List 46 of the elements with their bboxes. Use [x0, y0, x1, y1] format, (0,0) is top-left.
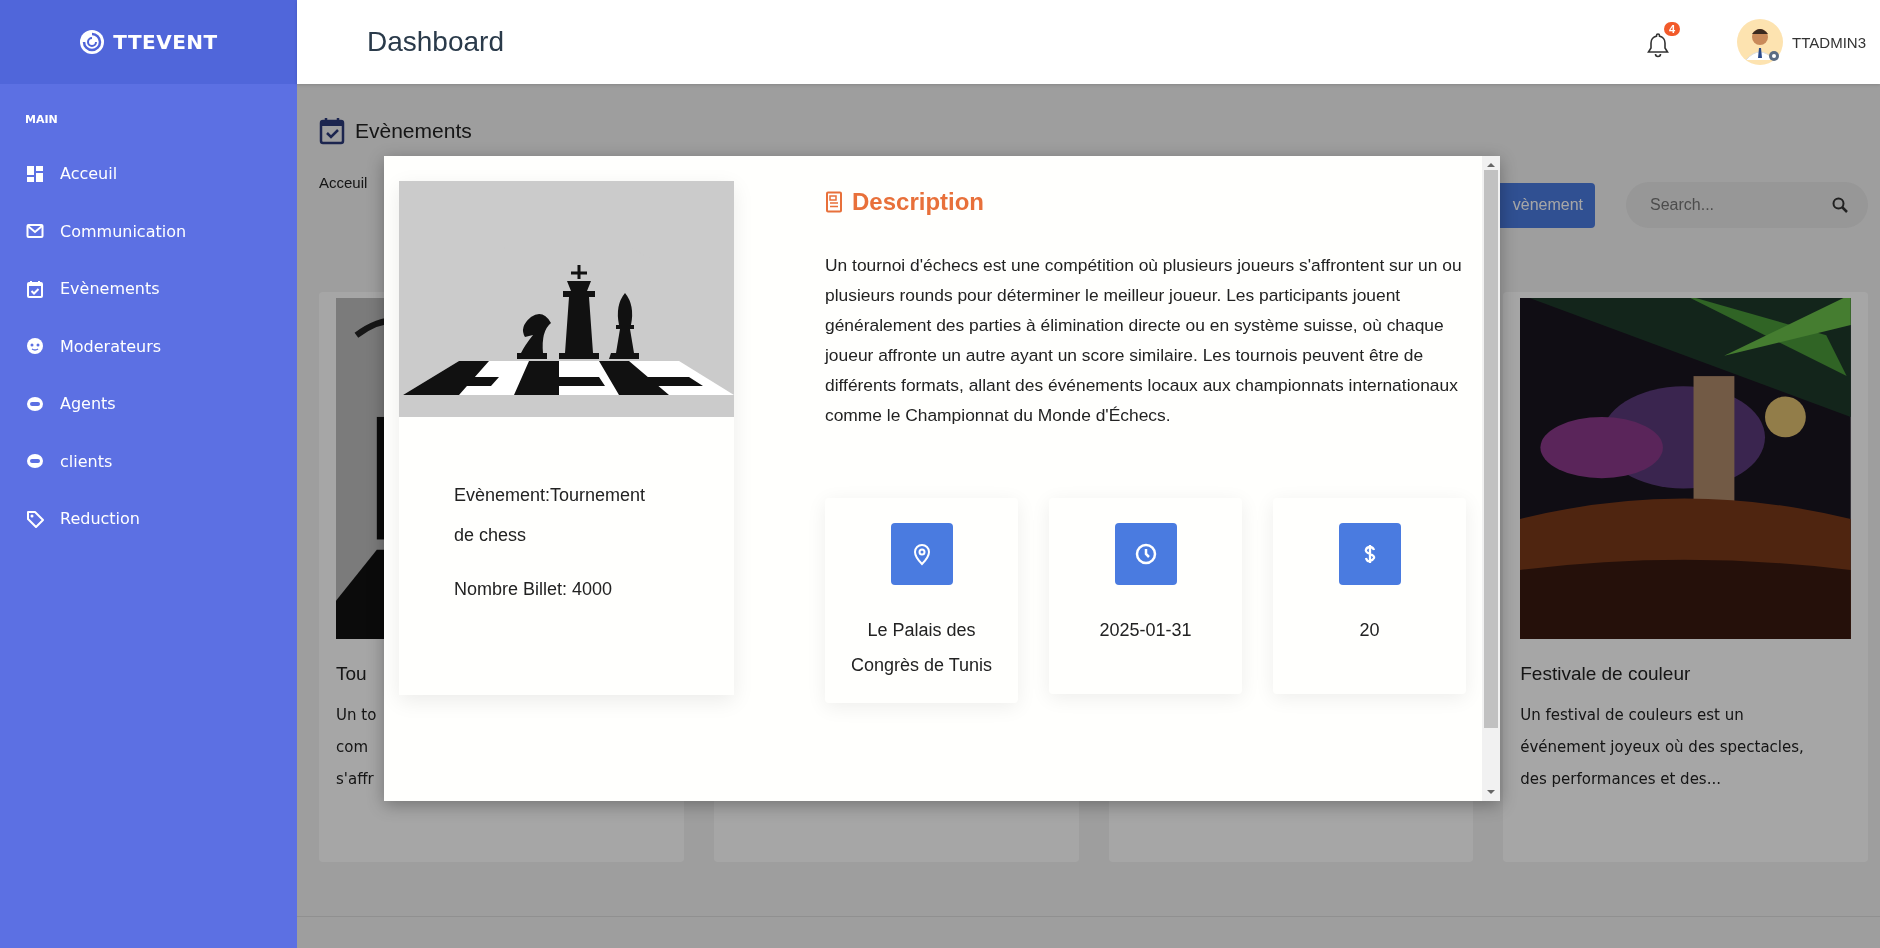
page-title: Dashboard — [367, 26, 504, 58]
envelope-icon — [26, 222, 44, 241]
notification-badge: 4 — [1664, 22, 1681, 36]
card-title: Tou — [336, 663, 368, 685]
breadcrumb-link[interactable]: Acceuil — [319, 173, 368, 191]
description-heading: Description — [852, 188, 985, 216]
card-description: Un festival de couleurs est un événement joyeux où des spectacles, des performances et des... — [1520, 705, 1805, 790]
calendar-check-icon — [26, 279, 44, 298]
card-description: com — [336, 737, 370, 758]
sidebar-item[interactable]: Communication — [0, 202, 197, 260]
face-icon — [26, 337, 44, 356]
section-title: Evènements — [355, 119, 472, 143]
section-label: MAIN — [24, 112, 59, 128]
user-avatar-icon — [1736, 18, 1785, 66]
sidebar-item[interactable]: Agents — [0, 375, 126, 433]
document-icon — [825, 191, 843, 213]
user-name[interactable]: TTADMIN3 — [1792, 33, 1866, 51]
dashboard-icon — [26, 164, 44, 183]
ticket-count: Nombre Billet: 4000 — [454, 578, 614, 601]
sidebar-item[interactable]: Moderateurs — [0, 317, 172, 375]
card-description: Un to — [336, 705, 378, 726]
search-field[interactable]: Search... — [1626, 182, 1868, 228]
scrollbar-thumb[interactable] — [1484, 169, 1498, 728]
notification-bell-icon — [1646, 32, 1671, 58]
sidebar-item[interactable]: Acceuil — [0, 145, 128, 203]
notifications-button[interactable]: 4 — [1642, 18, 1685, 66]
mask-icon — [26, 394, 44, 413]
sidebar-item[interactable]: clients — [0, 432, 123, 490]
event-name: Evènement:Tournement de chess — [454, 484, 647, 547]
sidebar-item[interactable]: Evènements — [0, 260, 170, 318]
scroll-down-icon — [1486, 789, 1496, 795]
card-description: s'affr — [336, 769, 375, 790]
info-value: 2025-01-31 — [1099, 619, 1192, 642]
tag-icon — [26, 509, 44, 528]
brand-name: TTEVENT — [113, 30, 218, 54]
description-text: Un tournoi d'échecs est une compétition où plusieurs joueurs s'affrontent sur un ou plusieurs rounds pour déterminer le meilleur joueur. Les participants jouent généralement des parties à élimination directe ou en système suisse, où chaque joueur affronte un autre ayant un score similaire. Les tournois peuvent être de différents formats, allant des événements locaux aux championnats internationaux comme le Championnat du Monde d'Échecs. — [825, 254, 1463, 427]
sidebar-item[interactable]: Reduction — [0, 490, 150, 548]
mask-icon — [26, 452, 44, 471]
search-icon — [1832, 197, 1848, 213]
scrollbar[interactable] — [1482, 156, 1500, 801]
card-title: Festivale de couleur — [1520, 663, 1692, 685]
calendar-check-icon — [319, 117, 345, 145]
logo-icon — [79, 29, 106, 55]
info-value: 20 — [1359, 619, 1380, 642]
clock-icon — [1133, 542, 1158, 566]
info-value: Le Palais des Congrès de Tunis — [849, 619, 994, 677]
